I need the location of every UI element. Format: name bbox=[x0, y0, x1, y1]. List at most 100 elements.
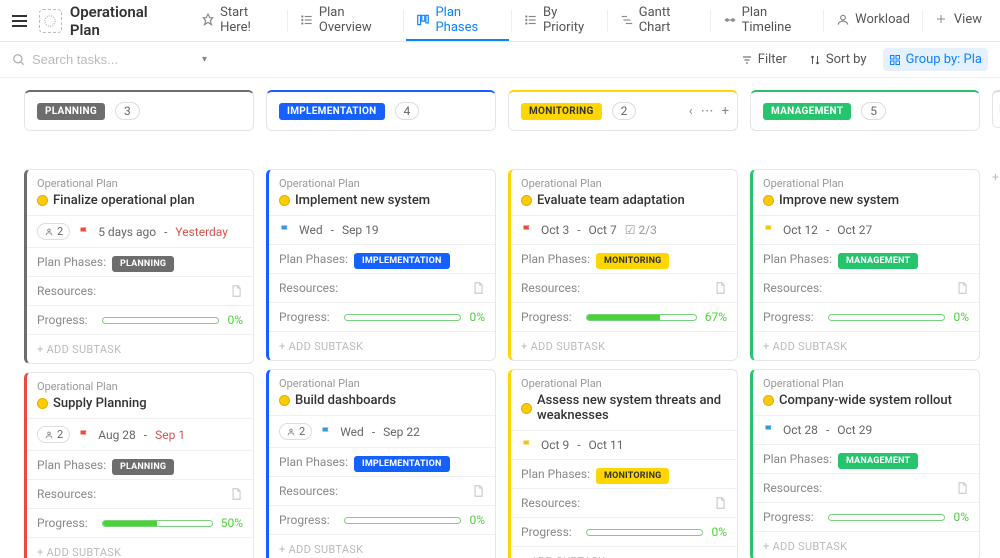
phases-label: Plan Phases: bbox=[763, 252, 832, 266]
tab-label: Plan Overview bbox=[319, 5, 392, 35]
progress-bar bbox=[102, 317, 220, 324]
space-icon[interactable] bbox=[39, 9, 62, 33]
task-card[interactable]: Operational Plan Evaluate team adaptatio… bbox=[508, 169, 738, 361]
flag-icon bbox=[763, 224, 775, 236]
more-icon[interactable]: ⋯ bbox=[701, 104, 714, 119]
task-card[interactable]: Operational Plan Assess new system threa… bbox=[508, 369, 738, 558]
tab-plan-timeline[interactable]: Plan Timeline bbox=[713, 0, 822, 41]
column-name: MONITORING bbox=[521, 103, 602, 120]
date-start: Oct 3 bbox=[541, 223, 569, 237]
progress-percent: 50% bbox=[221, 516, 243, 530]
assignee-chip[interactable]: 2 bbox=[279, 423, 312, 440]
assignee-chip[interactable]: 2 bbox=[37, 426, 70, 443]
meta-row: Oct 12-Oct 27 bbox=[763, 223, 969, 237]
search-input[interactable] bbox=[32, 52, 172, 67]
tab-workload[interactable]: Workload bbox=[826, 0, 920, 41]
task-card[interactable]: Operational Plan Company-wide system rol… bbox=[750, 369, 980, 558]
progress-percent: 0% bbox=[953, 510, 969, 524]
phase-tag: IMPLEMENTATION bbox=[354, 253, 450, 269]
breadcrumb: Operational Plan bbox=[763, 177, 969, 190]
view-tabs: Start Here! Plan Overview Plan Phases By Pr… bbox=[191, 0, 992, 41]
status-dot-icon bbox=[521, 195, 532, 206]
search-wrap bbox=[12, 52, 192, 67]
search-dropdown-icon[interactable]: ▾ bbox=[202, 54, 207, 65]
tab-label: By Priority bbox=[543, 5, 595, 35]
progress-bar bbox=[344, 517, 462, 524]
phase-tag: IMPLEMENTATION bbox=[354, 456, 450, 472]
progress-bar bbox=[586, 314, 697, 321]
date-start: Oct 28 bbox=[783, 423, 818, 437]
column-count: 4 bbox=[395, 102, 420, 120]
tab-gantt-chart[interactable]: Gantt Chart bbox=[610, 0, 708, 41]
progress-percent: 0% bbox=[953, 310, 969, 324]
document-icon bbox=[471, 281, 485, 295]
resources-label: Resources: bbox=[763, 481, 822, 495]
status-dot-icon bbox=[37, 398, 48, 409]
phases-label: Plan Phases: bbox=[279, 252, 348, 266]
tab-by-priority[interactable]: By Priority bbox=[514, 0, 605, 41]
task-card[interactable]: Operational Plan Implement new system We… bbox=[266, 169, 496, 361]
collapse-icon[interactable]: ‹ bbox=[689, 104, 693, 119]
flag-icon bbox=[320, 426, 332, 438]
tab-plan-phases[interactable]: Plan Phases bbox=[406, 0, 509, 41]
date-start: Wed bbox=[299, 223, 323, 237]
progress-bar bbox=[586, 529, 704, 536]
hamburger-icon[interactable] bbox=[8, 9, 31, 33]
task-card[interactable]: Operational Plan Build dashboards 2Wed-S… bbox=[266, 369, 496, 558]
phase-tag: MANAGEMENT bbox=[838, 453, 918, 469]
status-dot-icon bbox=[521, 403, 532, 414]
resources-label: Resources: bbox=[763, 281, 822, 295]
add-subtask-button[interactable]: + ADD SUBTASK bbox=[521, 340, 605, 353]
status-dot-icon bbox=[37, 195, 48, 206]
document-icon bbox=[471, 484, 485, 498]
add-subtask-button[interactable]: + ADD SUBTASK bbox=[279, 340, 363, 353]
flag-icon bbox=[279, 224, 291, 236]
task-card[interactable]: Operational Plan Supply Planning 2Aug 28… bbox=[24, 372, 254, 558]
phases-label: Plan Phases: bbox=[37, 255, 106, 269]
page-title: Operational Plan bbox=[70, 3, 175, 39]
progress-percent: 0% bbox=[469, 310, 485, 324]
breadcrumb: Operational Plan bbox=[279, 177, 485, 190]
add-subtask-button[interactable]: + ADD SUBTASK bbox=[763, 540, 847, 553]
resources-label: Resources: bbox=[521, 496, 580, 510]
add-icon[interactable]: + bbox=[722, 104, 729, 119]
breadcrumb: Operational Plan bbox=[279, 377, 485, 390]
add-subtask-button[interactable]: + ADD SUBTASK bbox=[279, 543, 363, 556]
progress-label: Progress: bbox=[763, 510, 814, 524]
phases-label: Plan Phases: bbox=[521, 252, 590, 266]
breadcrumb: Operational Plan bbox=[763, 377, 969, 390]
column-header[interactable]: IMPLEMENTATION 4 bbox=[266, 90, 496, 131]
tab-start-here-[interactable]: Start Here! bbox=[191, 0, 285, 41]
tab-view[interactable]: View bbox=[925, 0, 992, 41]
breadcrumb: Operational Plan bbox=[37, 380, 243, 393]
column-header[interactable]: MONITORING 2 ‹⋯+ bbox=[508, 90, 738, 131]
tab-plan-overview[interactable]: Plan Overview bbox=[290, 0, 402, 41]
sort-button[interactable]: Sort by bbox=[803, 48, 873, 71]
column-header[interactable]: MANAGEMENT 5 bbox=[750, 90, 980, 131]
progress-label: Progress: bbox=[763, 310, 814, 324]
flag-icon bbox=[78, 226, 90, 238]
flag-icon bbox=[78, 429, 90, 441]
date-end: Sep 1 bbox=[155, 428, 185, 442]
filter-icon bbox=[741, 54, 753, 66]
group-button[interactable]: Group by: Pla bbox=[883, 48, 988, 71]
status-dot-icon bbox=[279, 395, 290, 406]
filter-button[interactable]: Filter bbox=[735, 48, 793, 71]
add-subtask-button[interactable]: + ADD SUBTASK bbox=[37, 343, 121, 356]
breadcrumb: Operational Plan bbox=[521, 377, 727, 390]
add-subtask-button[interactable]: + ADD SUBTASK bbox=[763, 340, 847, 353]
plus-icon bbox=[935, 13, 949, 27]
task-card[interactable]: Operational Plan Finalize operational pl… bbox=[24, 169, 254, 364]
assignee-chip[interactable]: 2 bbox=[37, 223, 70, 240]
resources-label: Resources: bbox=[279, 281, 338, 295]
column-header[interactable]: PLANNING 3 bbox=[24, 90, 254, 131]
new-task-button[interactable]: + N bbox=[992, 170, 1000, 184]
add-subtask-button[interactable]: + ADD SUBTASK bbox=[37, 546, 121, 558]
column-name: MANAGEMENT bbox=[763, 103, 851, 120]
task-card[interactable]: Operational Plan Improve new system Oct … bbox=[750, 169, 980, 361]
column-monitoring: MONITORING 2 ‹⋯+ Operational Plan Evalua… bbox=[508, 90, 738, 546]
column-header[interactable]: Em bbox=[992, 90, 1000, 128]
search-icon bbox=[12, 53, 26, 67]
board: PLANNING 3 Operational Plan Finalize ope… bbox=[0, 78, 1000, 558]
breadcrumb: Operational Plan bbox=[521, 177, 727, 190]
